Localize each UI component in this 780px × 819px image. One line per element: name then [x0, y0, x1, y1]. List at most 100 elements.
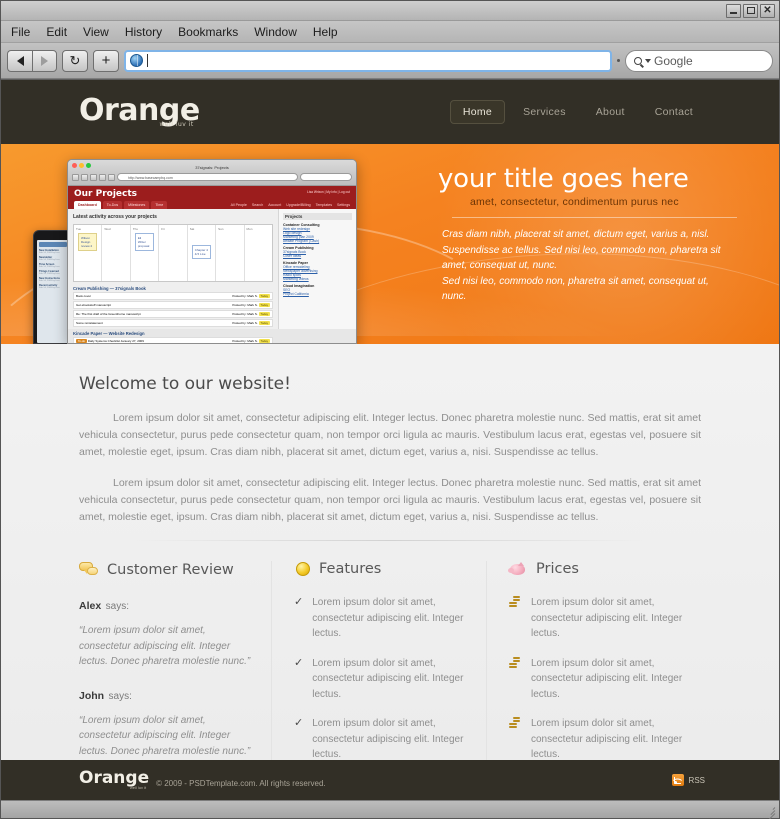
- column-header: Prices: [508, 561, 687, 577]
- new-tab-button[interactable]: +: [93, 49, 119, 72]
- mock-day: Mon: [246, 227, 253, 231]
- forward-arrow-icon: [41, 55, 48, 66]
- feature-item: ✓ Lorem ipsum dolor sit amet, consectetu…: [294, 716, 472, 760]
- close-button[interactable]: ✕: [760, 3, 775, 18]
- mock-urlrow: http://www.basecamphq.com: [72, 173, 352, 181]
- menu-edit[interactable]: Edit: [46, 25, 67, 39]
- search-bar[interactable]: Google: [625, 49, 773, 72]
- review-author: John: [79, 689, 105, 702]
- menu-view[interactable]: View: [83, 25, 109, 39]
- mock-cal-col: Wed: [102, 225, 131, 281]
- footer-logo[interactable]: Orange well luv it: [79, 770, 149, 791]
- mock-cal-col: Thu Eli Writer proposal: [131, 225, 160, 281]
- window-titlebar: ✕: [1, 1, 779, 21]
- mock-row-text: To-do Daily Systems Checklist January 27…: [76, 339, 144, 343]
- speech-bubble-icon: [79, 561, 98, 578]
- phone-subline: Feb 14, 2009 by Lisa: [39, 273, 60, 275]
- checkmark-icon: ✓: [294, 596, 304, 608]
- column-features: Features ✓ Lorem ipsum dolor sit amet, c…: [272, 561, 487, 760]
- browser-window: ✕ File Edit View History Bookmarks Windo…: [0, 0, 780, 819]
- mock-note: Chapter 4 & 5 Live: [191, 245, 212, 259]
- menu-history[interactable]: History: [125, 25, 162, 39]
- menu-window[interactable]: Window: [254, 25, 297, 39]
- yellow-ball-icon: [296, 562, 310, 576]
- back-button[interactable]: [7, 49, 32, 72]
- mock-row-tag: Today: [258, 303, 270, 307]
- mock-home-icon: [99, 173, 106, 181]
- phone-subline: Feb 14, 2009 by Lisa: [39, 252, 60, 254]
- mock-tab-milestones: Milestones: [124, 201, 150, 209]
- minimize-icon: [730, 12, 737, 14]
- mock-window-title: 37signals: Projects: [195, 165, 229, 170]
- forward-button[interactable]: [32, 49, 57, 72]
- banner-copy: your title goes here amet, consectetur, …: [438, 164, 763, 305]
- mock-sidebar-link: Cover ideas: [283, 254, 302, 258]
- review-author: Alex: [79, 600, 102, 612]
- intro-paragraph-1: Lorem ipsum dolor sit amet, consectetur …: [79, 412, 701, 458]
- review-quote: “Lorem ipsum dolor sit amet, consectetur…: [79, 625, 251, 667]
- mock-day: Fri: [161, 227, 165, 231]
- banner-title: your title goes here: [438, 164, 689, 194]
- url-dropdown-dot[interactable]: [617, 59, 620, 62]
- site-logo[interactable]: Orange well luv it: [79, 96, 200, 128]
- resize-grip[interactable]: [764, 804, 776, 819]
- price-item: Lorem ipsum dolor sit amet, consectetur …: [509, 595, 687, 642]
- menu-bookmarks[interactable]: Bookmarks: [178, 25, 238, 39]
- reload-button[interactable]: ↻: [62, 49, 88, 72]
- column-title-features: Features: [319, 561, 382, 577]
- nav-item-contact[interactable]: Contact: [643, 101, 705, 123]
- bubble-shape-2: [87, 567, 98, 575]
- hero-banner: New Installation Feb 14, 2009 by Lisa Ne…: [1, 144, 779, 344]
- piggy-ear: [518, 562, 524, 566]
- phone-screen: New Installation Feb 14, 2009 by Lisa Ne…: [37, 240, 69, 343]
- mock-row-text: Re: The first draft of the Greenthorne m…: [76, 312, 141, 316]
- mock-url: http://www.basecamphq.com: [117, 173, 298, 181]
- mock-row: Book cover Posted by: Mark S. Today: [73, 292, 273, 300]
- address-bar[interactable]: [124, 49, 612, 72]
- mock-appbar: Our Projects Lisa Wrixon | My Info | Log…: [68, 186, 356, 209]
- mock-link-upgrade: Upgrade/Billing: [286, 203, 311, 207]
- mock-add-icon: [108, 173, 115, 181]
- footer-right[interactable]: RSS: [671, 774, 705, 786]
- mock-cal-col: Sat Chapter 4 & 5 Live: [188, 225, 217, 281]
- menu-help[interactable]: Help: [313, 25, 338, 39]
- mock-row-tag: Today: [258, 312, 270, 316]
- site-header: Orange well luv it Home Services About C…: [1, 80, 779, 144]
- mock-search: [300, 173, 352, 181]
- chevron-down-icon[interactable]: [645, 58, 651, 63]
- column-customer-review: Customer Review Alex says: “Lorem ipsum …: [79, 561, 272, 760]
- mock-row-tag: Today: [258, 294, 270, 298]
- mock-tab-dashboard: Dashboard: [74, 201, 101, 209]
- review-says-label: says:: [108, 690, 132, 702]
- phone-subline: Feb 14, 2009 by Lisa: [39, 280, 60, 282]
- feature-item: ✓ Lorem ipsum dolor sit amet, consectetu…: [294, 656, 472, 703]
- mock-group: Cream Publishing — 37signals Book Book c…: [73, 286, 273, 327]
- nav-item-about[interactable]: About: [584, 101, 637, 123]
- reload-icon: ↻: [69, 53, 81, 68]
- mock-group-title: Cream Publishing — 37signals Book: [73, 286, 146, 291]
- url-input[interactable]: [152, 53, 606, 68]
- column-prices: Prices Lorem ipsum dolor sit amet, conse…: [487, 561, 701, 760]
- main-content: Welcome to our website! Lorem ipsum dolo…: [1, 344, 779, 760]
- maximize-icon: [746, 7, 755, 14]
- banner-body-line: Sed nisi leo, commodo non, pharetra sit …: [442, 275, 709, 287]
- mock-section-heading: Latest activity across your projects: [73, 214, 157, 220]
- mock-cal-col: Fri: [159, 225, 188, 281]
- intro-paragraph-2: Lorem ipsum dolor sit amet, consectetur …: [79, 477, 701, 523]
- mock-row: Get ebookstuff manuscript Posted by: Mar…: [73, 301, 273, 309]
- column-title-reviews: Customer Review: [107, 561, 234, 578]
- menu-file[interactable]: File: [11, 25, 30, 39]
- checkmark-icon: ✓: [294, 656, 304, 669]
- nav-item-home[interactable]: Home: [449, 100, 506, 124]
- mock-link-templates: Templates: [315, 203, 332, 207]
- nav-item-services[interactable]: Services: [511, 101, 578, 123]
- banner-body-line: Suspendisse ac tellus. Sed nisi leo, com…: [442, 244, 721, 256]
- mock-link-allpeople: All People: [230, 203, 247, 207]
- maximize-button[interactable]: [743, 3, 758, 18]
- minimize-button[interactable]: [726, 3, 741, 18]
- page-viewport: Orange well luv it Home Services About C…: [1, 79, 779, 800]
- coins-icon: [509, 656, 522, 669]
- menu-bar: File Edit View History Bookmarks Window …: [1, 21, 779, 43]
- browser-screenshot-mockup: 37signals: Projects http://www.basecamph…: [67, 159, 357, 344]
- mock-tabs: Dashboard To-Dos Milestones Time: [74, 201, 168, 209]
